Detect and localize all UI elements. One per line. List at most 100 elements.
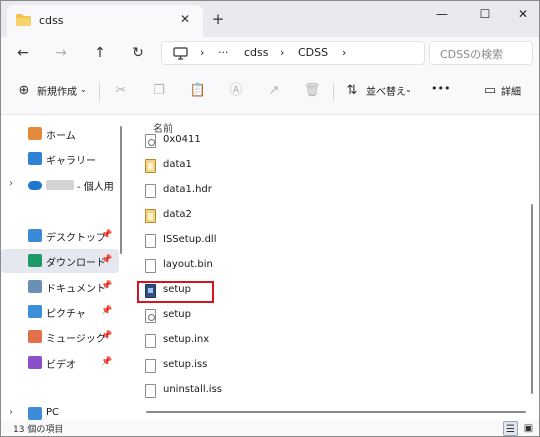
- file-list-vertical-scrollbar[interactable]: [531, 204, 533, 394]
- more-options-button[interactable]: •••: [431, 82, 450, 95]
- status-bar: 13 個の項目 ☰ ▣: [1, 420, 539, 436]
- file-explorer-window: cdss ✕ + — ☐ ✕ ← → ↑ ↻ › ··· cdss › CDSS…: [0, 0, 540, 437]
- file-row[interactable]: 0x0411: [143, 129, 503, 153]
- sidebar-item[interactable]: ドキュメント 📌: [1, 275, 119, 299]
- details-pane-icon[interactable]: ▭: [481, 82, 499, 100]
- videos-icon: [28, 356, 42, 369]
- file-row[interactable]: data2: [143, 204, 503, 228]
- search-box[interactable]: CDSSの検索: [429, 41, 533, 65]
- sort-button[interactable]: 並べ替え: [366, 83, 406, 98]
- sidebar-item-label: PC: [46, 407, 60, 418]
- file-row[interactable]: layout.bin: [143, 254, 503, 278]
- expand-chevron-icon[interactable]: ›: [9, 178, 13, 189]
- address-bar[interactable]: › ··· cdss › CDSS ›: [161, 41, 425, 65]
- copy-icon[interactable]: ❐: [150, 82, 168, 100]
- sidebar-item[interactable]: › - 個人用: [1, 173, 119, 197]
- sidebar-scrollbar[interactable]: [120, 126, 122, 254]
- home-icon: [28, 127, 42, 140]
- breadcrumb-chevron-icon[interactable]: ›: [280, 46, 284, 59]
- breadcrumb-chevron-icon[interactable]: ›: [200, 46, 204, 59]
- file-icon: [145, 359, 156, 373]
- tab-title: cdss: [39, 14, 64, 27]
- close-tab-icon[interactable]: ✕: [177, 11, 193, 27]
- large-icons-view-icon[interactable]: ▣: [521, 421, 536, 436]
- navigation-bar: ← → ↑ ↻ › ··· cdss › CDSS › CDSSの検索: [1, 37, 539, 69]
- file-row[interactable]: setup.inx: [143, 329, 503, 353]
- file-row[interactable]: uninstall.iss: [143, 379, 503, 403]
- new-dropdown-chevron-icon[interactable]: ⌄: [80, 85, 87, 94]
- file-name: setup: [163, 309, 191, 320]
- download-icon: [28, 254, 42, 267]
- item-count-text: 13 個の項目: [13, 425, 64, 435]
- sidebar-item-label: ダウンロード: [46, 258, 106, 269]
- breadcrumb-cdss[interactable]: cdss: [244, 46, 269, 59]
- file-icon: [145, 184, 156, 198]
- onedrive-cloud-icon: [28, 181, 42, 190]
- forward-arrow-icon[interactable]: →: [51, 43, 71, 63]
- file-row[interactable]: data1: [143, 154, 503, 178]
- tab-cdss[interactable]: cdss ✕: [7, 5, 203, 37]
- new-plus-icon[interactable]: ⊕: [15, 82, 33, 100]
- data-file-icon: [145, 209, 156, 223]
- sort-icon[interactable]: ⇅: [343, 82, 361, 100]
- sidebar-item[interactable]: ピクチャ 📌: [1, 300, 119, 324]
- sidebar-item[interactable]: デスクトップ 📌: [1, 224, 119, 248]
- breadcrumb-chevron-icon[interactable]: ›: [342, 46, 346, 59]
- up-arrow-icon[interactable]: ↑: [90, 43, 110, 63]
- share-icon[interactable]: ↗: [265, 82, 283, 100]
- sidebar-item[interactable]: ダウンロード 📌: [1, 249, 119, 273]
- minimize-button[interactable]: —: [428, 4, 456, 24]
- pictures-icon: [28, 305, 42, 318]
- search-placeholder: CDSSの検索: [440, 48, 504, 61]
- redacted-account-name: [46, 180, 74, 190]
- sidebar-item[interactable]: ホーム: [1, 122, 119, 146]
- cut-icon[interactable]: ✂: [112, 82, 130, 100]
- file-row[interactable]: ISSetup.dll: [143, 229, 503, 253]
- file-icon: [145, 384, 156, 398]
- settings-file-icon: [145, 309, 156, 323]
- file-list-pane: 名前 0x0411 data1 data1.hdr data2 ISSetup.dll l…: [131, 116, 531, 420]
- sidebar-item-label: ギャラリー: [46, 156, 96, 167]
- back-arrow-icon[interactable]: ←: [13, 43, 33, 63]
- file-list-horizontal-scrollbar[interactable]: [146, 411, 526, 413]
- file-name: 0x0411: [163, 134, 201, 145]
- documents-icon: [28, 280, 42, 293]
- sidebar-item[interactable]: ギャラリー: [1, 147, 119, 171]
- new-tab-button[interactable]: +: [209, 10, 227, 28]
- rename-icon[interactable]: Ⓐ: [227, 82, 245, 100]
- data-file-icon: [145, 159, 156, 173]
- sidebar-item[interactable]: ビデオ 📌: [1, 351, 119, 375]
- folder-icon: [16, 14, 31, 26]
- details-button[interactable]: 詳細: [501, 83, 521, 98]
- details-view-icon[interactable]: ☰: [503, 421, 518, 436]
- file-icon: [145, 259, 156, 273]
- close-window-button[interactable]: ✕: [509, 4, 537, 24]
- file-row[interactable]: data1.hdr: [143, 179, 503, 203]
- sidebar-item-label: ミュージック: [46, 334, 106, 345]
- new-button[interactable]: 新規作成: [37, 83, 77, 98]
- breadcrumb-overflow-icon[interactable]: ···: [218, 46, 229, 59]
- pin-icon: 📌: [101, 255, 113, 265]
- file-name: setup.inx: [163, 334, 210, 345]
- gallery-icon: [28, 152, 42, 165]
- sort-dropdown-chevron-icon[interactable]: ⌄: [405, 85, 412, 94]
- file-row[interactable]: setup: [143, 304, 503, 328]
- paste-icon[interactable]: 📋: [189, 82, 207, 100]
- refresh-icon[interactable]: ↻: [128, 43, 148, 63]
- pc-monitor-icon: [173, 47, 188, 60]
- maximize-button[interactable]: ☐: [471, 4, 499, 24]
- expand-chevron-icon[interactable]: ›: [9, 407, 13, 418]
- pin-icon: 📌: [101, 357, 113, 367]
- sidebar-item[interactable]: ミュージック 📌: [1, 325, 119, 349]
- sidebar-item-label: ホーム: [46, 131, 76, 142]
- file-name: data1.hdr: [163, 184, 212, 195]
- file-name: setup.iss: [163, 359, 208, 370]
- delete-icon[interactable]: 🗑: [303, 82, 321, 100]
- file-row[interactable]: setup.iss: [143, 354, 503, 378]
- sidebar-item-label: ドキュメント: [46, 284, 106, 295]
- toolbar-divider: [99, 83, 100, 101]
- breadcrumb-CDSS[interactable]: CDSS: [298, 46, 328, 59]
- file-icon: [145, 334, 156, 348]
- sidebar-item-label: デスクトップ: [46, 233, 106, 244]
- file-name: ISSetup.dll: [163, 234, 217, 245]
